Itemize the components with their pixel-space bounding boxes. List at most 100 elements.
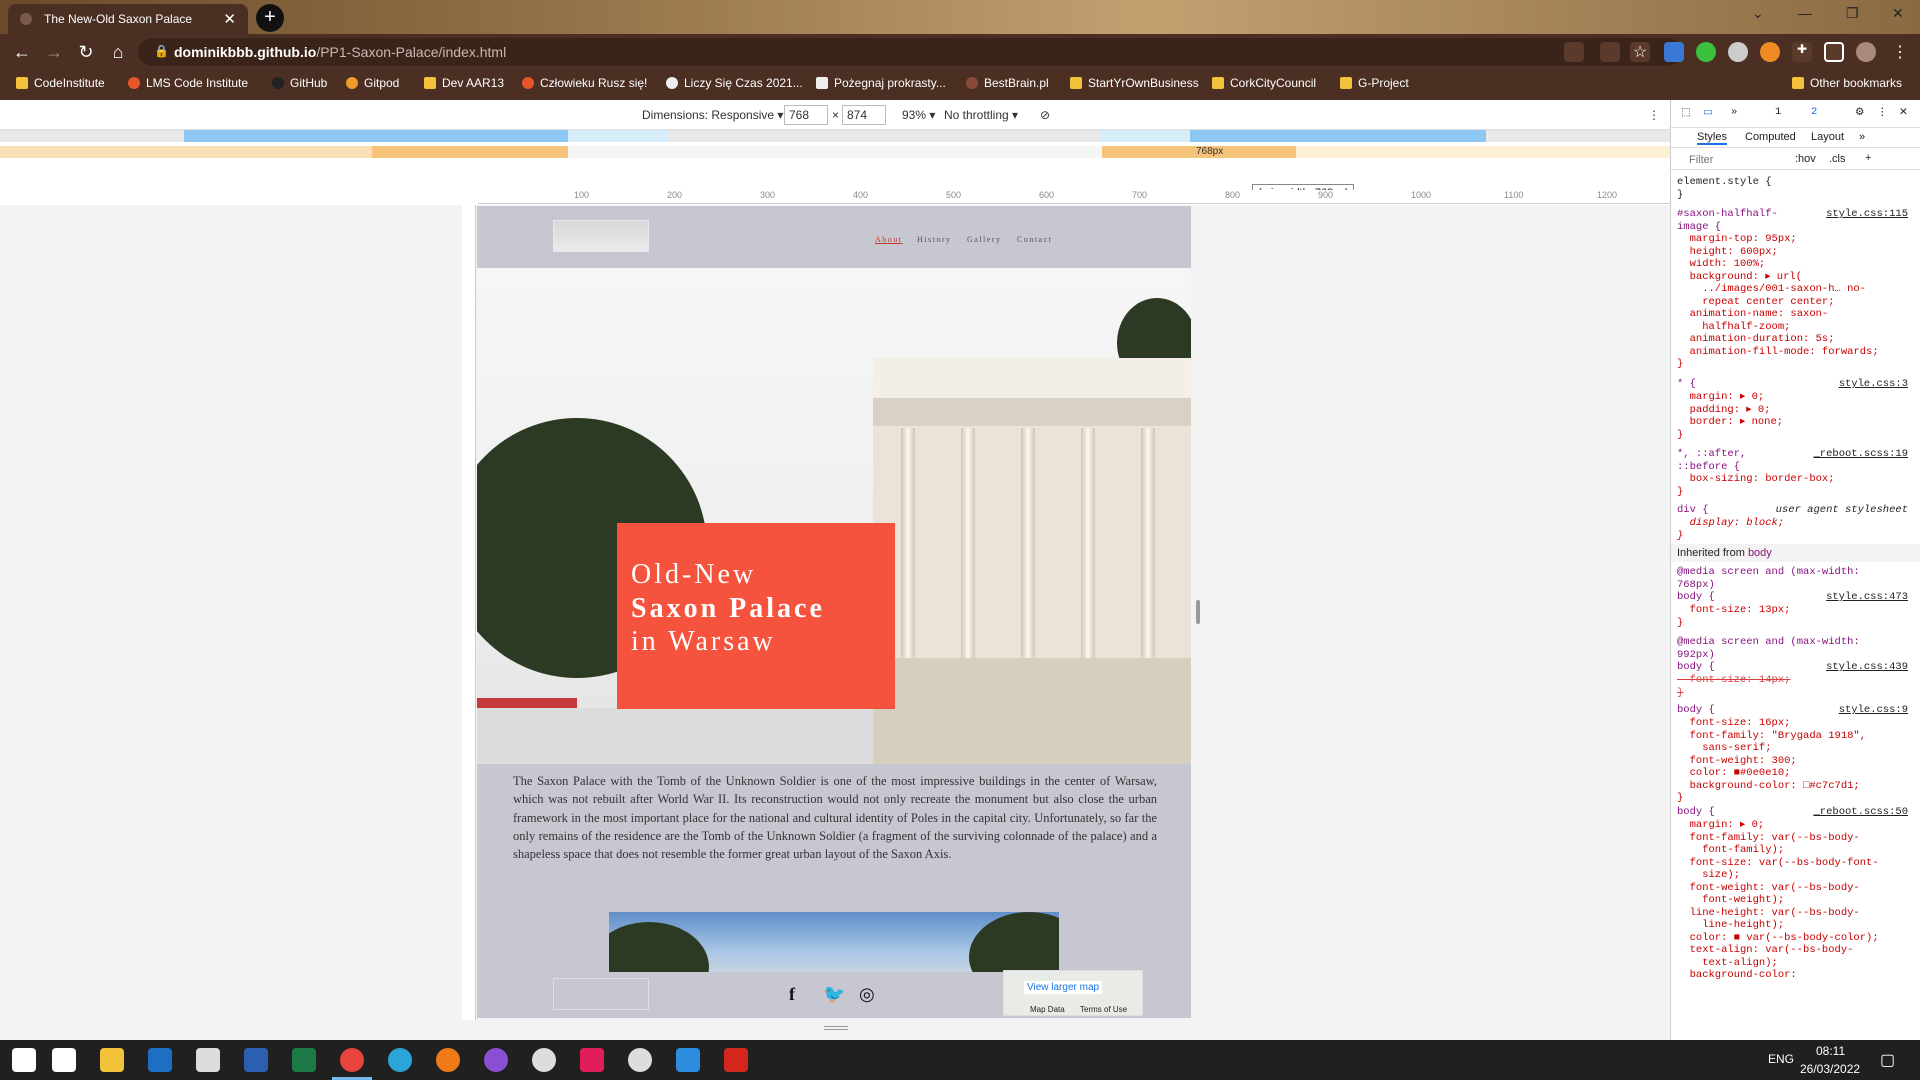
firefox-icon[interactable] [436, 1048, 460, 1072]
clock-date[interactable]: 26/03/2022 [1800, 1062, 1860, 1076]
browser-tab[interactable]: The New-Old Saxon Palace ✕ [8, 4, 248, 34]
address-bar[interactable]: 🔒 dominikbbb.github.io/PP1-Saxon-Palace/… [138, 38, 1682, 66]
bookmark-item[interactable]: CodeInstitute [16, 76, 105, 90]
edge-icon[interactable] [388, 1048, 412, 1072]
facebook-icon[interactable]: f [789, 984, 795, 1005]
vscode-icon[interactable] [676, 1048, 700, 1072]
styles-filter-input[interactable] [1689, 152, 1775, 168]
media-query-segment[interactable] [372, 146, 568, 158]
bookmark-item[interactable]: BestBrain.pl [966, 76, 1049, 90]
device-mode-icon[interactable]: ▭ [1703, 106, 1713, 119]
acrobat-icon[interactable] [724, 1048, 748, 1072]
rule-source-link[interactable]: style.css:3 [1839, 378, 1908, 390]
rule-declarations[interactable]: margin-top: 95px; height: 600px; width: … [1677, 233, 1911, 371]
reload-icon[interactable]: ↻ [74, 42, 98, 63]
rotate-icon[interactable]: ⊘ [1040, 108, 1050, 122]
slack-icon[interactable] [580, 1048, 604, 1072]
tab-more[interactable]: » [1859, 131, 1865, 143]
view-larger-map-link[interactable]: View larger map [1024, 981, 1103, 994]
clock-time[interactable]: 08:11 [1816, 1044, 1845, 1058]
rule-source-link[interactable]: _reboot.scss:50 [1813, 806, 1908, 818]
file-explorer-icon[interactable] [100, 1048, 124, 1072]
translate-extension-icon[interactable] [1664, 42, 1684, 62]
media-query-segment[interactable] [1190, 130, 1486, 142]
tab-search-icon[interactable]: ⌄ [1752, 5, 1764, 22]
back-icon[interactable]: ← [10, 42, 34, 63]
side-panel-icon[interactable] [1824, 42, 1844, 62]
media-query-segment[interactable] [1100, 130, 1190, 142]
rule-declarations[interactable]: font-size: 14px; } [1677, 674, 1911, 699]
element-style-rule[interactable]: element.style { } [1677, 176, 1911, 201]
extension-grey-icon[interactable] [1728, 42, 1748, 62]
errors-badge[interactable]: 1 [1775, 106, 1781, 118]
height-input[interactable]: 874 [842, 105, 886, 125]
notifications-icon[interactable]: ▢ [1880, 1050, 1895, 1070]
bookmark-item[interactable]: Dev AAR13 [424, 76, 504, 90]
extension-green-icon[interactable] [1696, 42, 1716, 62]
new-rule-button[interactable]: + [1865, 152, 1871, 164]
embedded-map[interactable]: View larger map Map Data Terms of Use [1003, 970, 1143, 1016]
profile-avatar[interactable] [1856, 42, 1876, 62]
throttling-dropdown[interactable]: No throttling ▾ [944, 108, 1018, 122]
close-window-button[interactable]: ✕ [1892, 5, 1904, 22]
bookmark-star-icon[interactable]: ☆ [1630, 42, 1650, 62]
language-indicator[interactable]: ENG [1768, 1052, 1794, 1066]
zoom-dropdown[interactable]: 93% ▾ [902, 108, 935, 122]
mail-icon[interactable] [196, 1048, 220, 1072]
hov-toggle[interactable]: :hov [1795, 153, 1816, 165]
rule-source-link[interactable]: style.css:115 [1826, 208, 1908, 220]
inherited-element-link[interactable]: body [1748, 547, 1772, 559]
dimensions-dropdown[interactable]: Dimensions: Responsive ▾ [642, 108, 783, 122]
bookmark-item[interactable]: LMS Code Institute [128, 76, 248, 90]
device-more-icon[interactable]: ⋮ [1648, 108, 1660, 122]
inspect-icon[interactable]: ⬚ [1681, 106, 1691, 119]
rule-declarations[interactable]: font-size: 13px; } [1677, 604, 1911, 629]
messages-badge[interactable]: 2 [1811, 106, 1817, 118]
minimize-button[interactable]: — [1798, 5, 1812, 21]
width-input[interactable]: 768 [784, 105, 828, 125]
bookmark-item[interactable]: CorkCityCouncil [1212, 76, 1316, 90]
site-nav-about[interactable]: About [875, 235, 903, 244]
forward-icon[interactable]: → [42, 42, 66, 63]
rule-source-link[interactable]: style.css:473 [1826, 591, 1908, 603]
twitter-icon[interactable]: 🐦 [823, 984, 845, 1005]
word-icon[interactable] [244, 1048, 268, 1072]
eye-off-icon[interactable] [1564, 42, 1584, 62]
bookmark-item[interactable]: Pożegnaj prokrasty... [816, 76, 946, 90]
menu-kebab-icon[interactable]: ⋮ [1890, 42, 1910, 62]
extensions-puzzle-icon[interactable]: ✚ [1792, 42, 1812, 62]
devtools-close-icon[interactable]: ✕ [1899, 106, 1908, 119]
chrome-icon[interactable] [340, 1048, 364, 1072]
tab-computed[interactable]: Computed [1745, 131, 1796, 143]
cls-toggle[interactable]: .cls [1829, 153, 1846, 165]
speedometer-icon[interactable] [532, 1048, 556, 1072]
home-icon[interactable]: ⌂ [106, 42, 130, 63]
tab-layout[interactable]: Layout [1811, 131, 1844, 143]
excel-icon[interactable] [292, 1048, 316, 1072]
site-nav-history[interactable]: History [917, 235, 952, 244]
map-terms-link[interactable]: Terms of Use [1080, 1005, 1127, 1014]
rule-declarations[interactable]: margin: ▸ 0; padding: ▸ 0; border: ▸ non… [1677, 391, 1911, 441]
media-query-segment[interactable] [568, 130, 668, 142]
media-query-segment[interactable] [0, 146, 372, 158]
more-tabs-icon[interactable]: » [1731, 106, 1737, 118]
instagram-icon[interactable]: ◎ [859, 984, 875, 1005]
github-desktop-icon[interactable] [484, 1048, 508, 1072]
devtools-menu-icon[interactable]: ⋮ [1877, 106, 1888, 119]
resize-handle-bottom[interactable] [824, 1026, 848, 1030]
emoji-icon[interactable] [628, 1048, 652, 1072]
bookmark-item[interactable]: StartYrOwnBusiness [1070, 76, 1199, 90]
media-query-segment[interactable] [1296, 146, 1670, 158]
bookmark-item[interactable]: Liczy Się Czas 2021... [666, 76, 803, 90]
rule-declarations[interactable]: font-size: 16px; font-family: "Brygada 1… [1677, 717, 1911, 805]
resize-handle-right[interactable] [1196, 600, 1200, 624]
windows-start-icon[interactable] [12, 1048, 36, 1072]
home-icon[interactable] [52, 1048, 76, 1072]
site-logo[interactable] [553, 220, 649, 252]
media-query-segment[interactable] [184, 130, 568, 142]
new-tab-button[interactable]: + [256, 4, 284, 32]
settings-gear-icon[interactable]: ⚙ [1855, 106, 1864, 119]
rule-source-link[interactable]: style.css:439 [1826, 661, 1908, 673]
site-nav-gallery[interactable]: Gallery [967, 235, 1002, 244]
other-bookmarks[interactable]: Other bookmarks [1792, 76, 1902, 90]
